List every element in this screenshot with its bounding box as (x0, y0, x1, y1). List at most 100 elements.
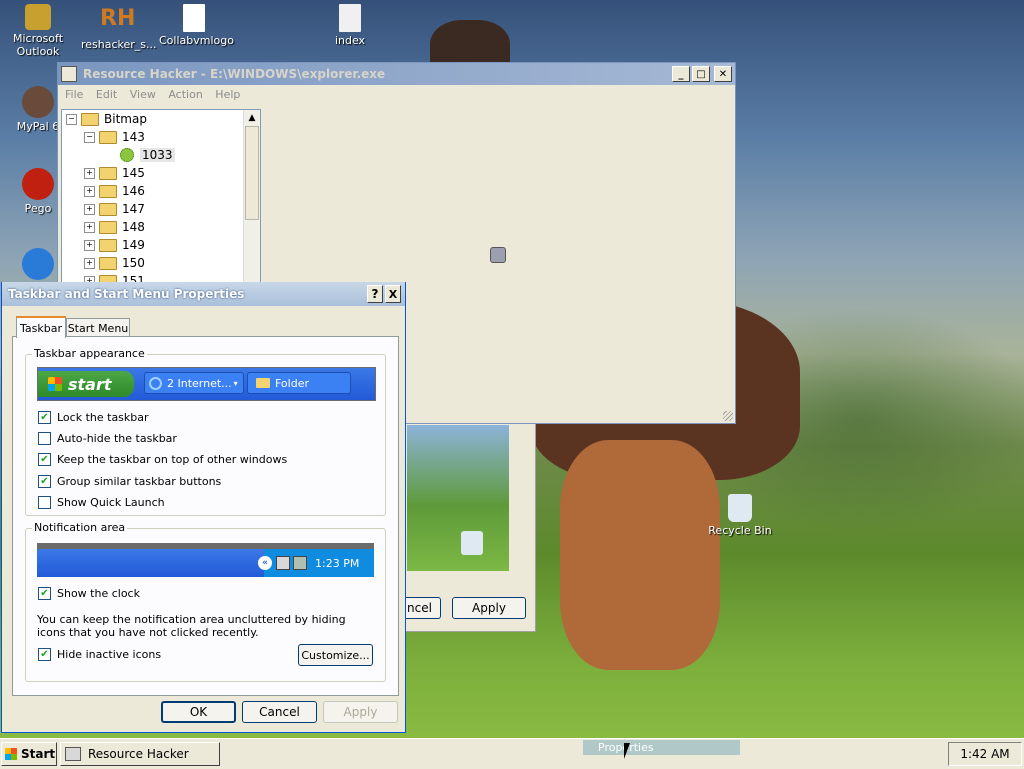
menu-view[interactable]: View (130, 88, 156, 101)
taskbar-button-resource-hacker[interactable]: Resource Hacker (60, 742, 220, 766)
preview-start-button: start (38, 371, 134, 397)
resource-gear-icon (120, 148, 134, 162)
expand-icon[interactable]: + (84, 167, 95, 179)
tree-node[interactable]: + 147 (62, 200, 260, 218)
preview-image (407, 425, 509, 571)
recycle-bin-icon (728, 494, 752, 522)
close-button[interactable]: X (385, 285, 401, 303)
expand-icon[interactable]: + (84, 185, 95, 197)
network-icon (276, 556, 290, 570)
preview-task-internet: 2 Internet... ▾ (144, 372, 244, 394)
app-icon (61, 66, 77, 82)
quick-launch-checkbox[interactable]: Show Quick Launch (38, 496, 165, 509)
expand-icon[interactable]: + (84, 203, 95, 215)
expand-icon[interactable]: + (84, 239, 95, 251)
folder-icon (99, 184, 117, 198)
tree-node-143[interactable]: − 143 (62, 128, 260, 146)
keep-on-top-checkbox[interactable]: ✔ Keep the taskbar on top of other windo… (38, 453, 287, 466)
tree-node[interactable]: + 145 (62, 164, 260, 182)
group-buttons-checkbox[interactable]: ✔ Group similar taskbar buttons (38, 475, 221, 488)
start-button[interactable]: Start (1, 742, 57, 766)
bitmap-preview-icon (490, 247, 506, 263)
notification-info-text: You can keep the notification area unclu… (37, 613, 346, 639)
dropdown-arrow-icon: ▾ (233, 378, 238, 388)
checkbox-box[interactable]: ✔ (38, 648, 51, 661)
checkbox-box[interactable] (38, 496, 51, 509)
context-menu-item-properties[interactable]: Properties (583, 740, 740, 755)
help-button[interactable]: ? (367, 285, 383, 303)
folder-open-icon (99, 130, 117, 144)
checkbox-box[interactable]: ✔ (38, 475, 51, 488)
desktop-icon-outlook[interactable]: Microsoft Outlook (3, 4, 73, 58)
scrollbar-thumb[interactable] (245, 126, 259, 220)
cancel-button[interactable]: Cancel (242, 701, 317, 723)
title-bar: Resource Hacker - E:\WINDOWS\explorer.ex… (58, 63, 735, 85)
taskbar-preview: start 2 Internet... ▾ Folder (37, 367, 376, 401)
tab-start-menu[interactable]: Start Menu (66, 318, 130, 337)
checkbox-box[interactable] (38, 432, 51, 445)
collapse-icon[interactable]: − (84, 131, 95, 143)
menu-help[interactable]: Help (215, 88, 240, 101)
update-icon (22, 248, 54, 280)
lock-taskbar-checkbox[interactable]: ✔ Lock the taskbar (38, 411, 149, 424)
tree-node[interactable]: + 149 (62, 236, 260, 254)
scroll-up-arrow-icon[interactable]: ▲ (244, 110, 260, 126)
auto-hide-checkbox[interactable]: Auto-hide the taskbar (38, 432, 177, 445)
apply-button[interactable]: Apply (452, 597, 526, 619)
desktop-icon-recycle-bin[interactable]: Recycle Bin (705, 494, 775, 537)
taskbar-properties-dialog: Taskbar and Start Menu Properties ? X Ta… (1, 282, 406, 733)
tree-node-bitmap[interactable]: − Bitmap (62, 110, 260, 128)
folder-open-icon (81, 112, 99, 126)
tree-node[interactable]: + 146 (62, 182, 260, 200)
tray-area: « 1:23 PM (258, 549, 374, 577)
desktop-icon-index[interactable]: index (315, 4, 385, 47)
outlook-icon (25, 4, 51, 30)
expand-icon[interactable]: + (84, 257, 95, 269)
checkbox-box[interactable]: ✔ (38, 411, 51, 424)
maximize-button[interactable]: □ (692, 66, 710, 82)
menu-action[interactable]: Action (168, 88, 202, 101)
folder-icon (99, 166, 117, 180)
group-label: Taskbar appearance (32, 347, 147, 360)
tray-preview: « 1:23 PM (37, 543, 374, 577)
resize-grip-icon[interactable] (723, 411, 733, 421)
apply-button[interactable]: Apply (323, 701, 398, 723)
chevron-left-icon: « (258, 556, 272, 570)
tree-node[interactable]: + 148 (62, 218, 260, 236)
minimize-button[interactable]: _ (672, 66, 690, 82)
tree-node[interactable]: + 150 (62, 254, 260, 272)
customize-button[interactable]: Customize... (298, 644, 373, 666)
menu-edit[interactable]: Edit (96, 88, 117, 101)
ok-button[interactable]: OK (161, 701, 236, 723)
tree-node-1033[interactable]: 1033 (62, 146, 260, 164)
background-dialog: ncel Apply (399, 410, 536, 632)
folder-icon (99, 238, 117, 252)
close-button[interactable]: ✕ (714, 66, 732, 82)
hide-inactive-checkbox[interactable]: ✔ Hide inactive icons (38, 648, 161, 661)
recycle-bin-icon (461, 531, 483, 555)
resource-tree: − Bitmap − 143 1033 + 145 + 146 + 147 + … (61, 109, 261, 291)
image-file-icon (183, 4, 205, 32)
show-clock-checkbox[interactable]: ✔ Show the clock (38, 587, 140, 600)
expand-icon[interactable]: + (84, 221, 95, 233)
preview-task-folder: Folder (247, 372, 351, 394)
windows-logo-icon (48, 377, 62, 391)
tab-taskbar[interactable]: Taskbar (16, 316, 66, 338)
tab-panel: Taskbar appearance start 2 Internet... ▾… (12, 336, 399, 696)
desktop-icon-reshacker[interactable]: RH reshacker_s... (81, 4, 157, 51)
folder-icon (99, 202, 117, 216)
collapse-icon[interactable]: − (66, 113, 77, 125)
pego-icon (22, 168, 54, 200)
horse-shape (560, 440, 720, 670)
internet-explorer-icon (149, 376, 162, 390)
menu-bar: File Edit View Action Help (58, 85, 735, 105)
desktop-icon-collabvmlogo[interactable]: Collabvmlogo (159, 4, 234, 47)
system-clock[interactable]: 1:42 AM (948, 742, 1022, 766)
html-file-icon (339, 4, 361, 32)
reshacker-icon: RH (100, 6, 136, 31)
menu-file[interactable]: File (65, 88, 83, 101)
app-icon (65, 747, 81, 761)
checkbox-box[interactable]: ✔ (38, 587, 51, 600)
checkbox-box[interactable]: ✔ (38, 453, 51, 466)
tree-scrollbar[interactable]: ▲ (243, 110, 260, 290)
